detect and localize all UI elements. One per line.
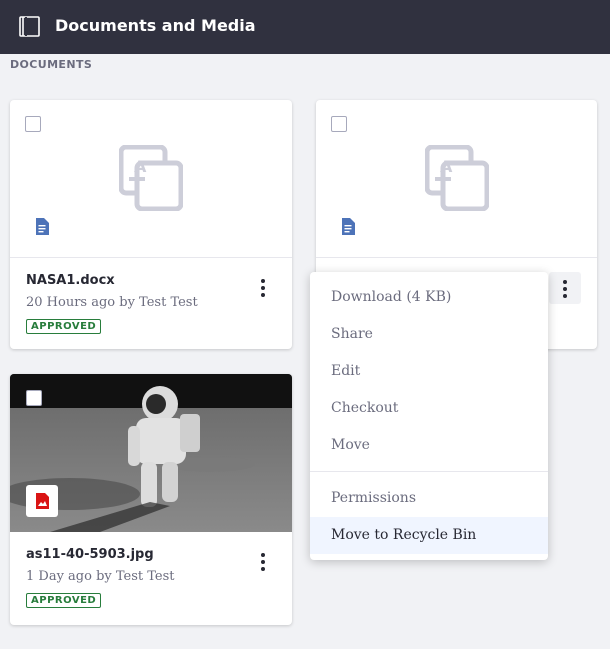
card-preview[interactable]: A <box>316 100 597 258</box>
sidebar-toggle-icon[interactable] <box>19 16 40 37</box>
actions-dropdown: Download (4 KB) Share Edit Checkout Move… <box>310 272 548 560</box>
status-badge: APPROVED <box>26 593 102 608</box>
image-card[interactable]: as11-40-5903.jpg 1 Day ago by Test Test … <box>10 374 292 625</box>
document-type-icon <box>342 218 355 235</box>
card-info: as11-40-5903.jpg 1 Day ago by Test Test … <box>10 533 292 623</box>
document-card[interactable]: A NASA1.docx 20 Hours ago by Test Test A… <box>10 100 292 349</box>
menu-item-move-to-recycle-bin[interactable]: Move to Recycle Bin <box>310 517 548 554</box>
file-meta: 20 Hours ago by Test Test <box>26 295 198 310</box>
menu-item-permissions[interactable]: Permissions <box>310 480 548 517</box>
actions-menu-icon[interactable] <box>258 553 268 573</box>
document-type-icon <box>36 218 49 235</box>
select-checkbox[interactable] <box>25 116 41 132</box>
actions-menu-icon-active[interactable] <box>549 272 581 304</box>
file-meta: 1 Day ago by Test Test <box>26 569 175 584</box>
document-placeholder-icon: A <box>425 145 489 211</box>
image-file-icon <box>36 493 49 509</box>
page-title: Documents and Media <box>55 16 256 35</box>
select-checkbox[interactable] <box>26 390 42 406</box>
app-header: Documents and Media <box>0 0 610 54</box>
menu-item-edit[interactable]: Edit <box>310 353 548 390</box>
file-name[interactable]: as11-40-5903.jpg <box>26 547 154 562</box>
menu-item-share[interactable]: Share <box>310 316 548 353</box>
svg-text:A: A <box>134 157 147 176</box>
document-placeholder-icon: A <box>119 145 183 211</box>
select-checkbox[interactable] <box>331 116 347 132</box>
svg-text:A: A <box>440 157 453 176</box>
card-info: NASA1.docx 20 Hours ago by Test Test APP… <box>10 259 292 349</box>
image-type-sticker <box>26 485 58 517</box>
card-preview[interactable]: A <box>10 100 292 258</box>
menu-divider <box>310 471 548 472</box>
section-label: DOCUMENTS <box>10 58 93 71</box>
menu-item-move[interactable]: Move <box>310 427 548 464</box>
menu-item-checkout[interactable]: Checkout <box>310 390 548 427</box>
actions-menu-icon[interactable] <box>258 279 268 299</box>
file-name[interactable]: NASA1.docx <box>26 273 115 288</box>
menu-item-download[interactable]: Download (4 KB) <box>310 279 548 316</box>
status-badge: APPROVED <box>26 319 102 334</box>
image-preview[interactable] <box>10 374 292 532</box>
